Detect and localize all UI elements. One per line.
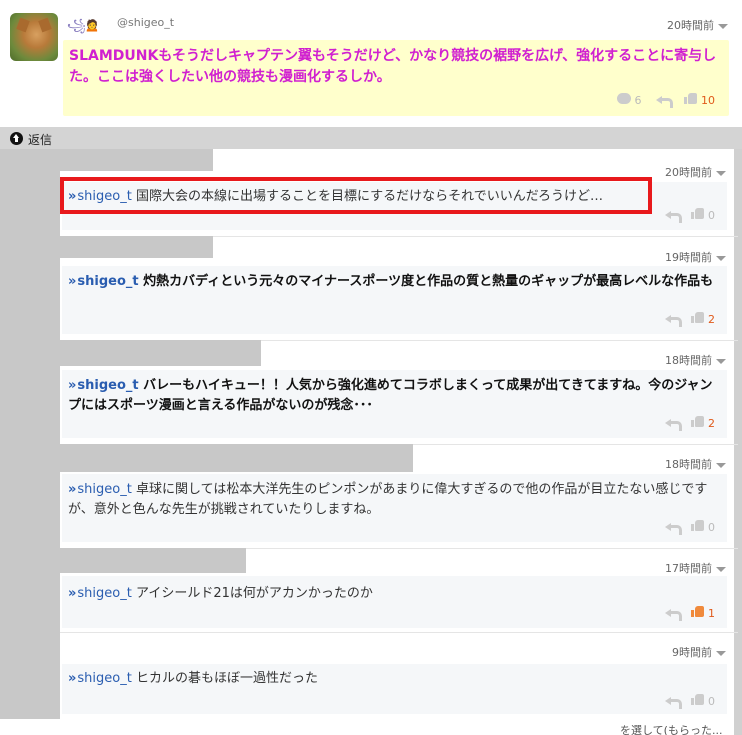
post-bubble: SLAMDUNKもそうだしキャプテン翼もそうだけど、かなり競技の裾野を広げ、強化… [63, 40, 729, 116]
chevron-down-icon[interactable] [716, 358, 726, 364]
mention-link[interactable]: » shigeo_t [68, 671, 132, 686]
mention-link[interactable]: » shigeo_t [68, 586, 132, 601]
reply-arrow-icon[interactable] [664, 522, 682, 535]
reply-arrow-icon[interactable] [664, 210, 682, 223]
reply-item: 18時間前 » shigeo_t バレーもハイキュー！！人気から強化進めてコラボし… [0, 340, 738, 444]
reply-arrow-icon[interactable] [655, 95, 673, 108]
mention-link[interactable]: » shigeo_t [68, 378, 139, 393]
chevron-down-icon[interactable] [716, 650, 726, 656]
comment-icon [617, 92, 631, 104]
like-button[interactable]: 0 [690, 693, 715, 708]
thumbs-up-icon [690, 311, 705, 323]
like-button[interactable]: 2 [690, 311, 715, 326]
reply-item: 19時間前 » shigeo_t 灼熱カバディという元々のマイナースポーツ度と作品… [0, 236, 738, 340]
reply-item: 9時間前 » shigeo_t ヒカルの碁もほぼ一過性だった 0 [0, 632, 738, 719]
main-post: ꧁🙍 @shigeo_t 20時間前 SLAMDUNKもそうだしキャプテン翼もそ… [0, 0, 742, 125]
mention-link[interactable]: » shigeo_t [68, 482, 132, 497]
reply-time[interactable]: 20時間前 [665, 164, 726, 180]
like-button[interactable]: 0 [690, 519, 715, 534]
like-button[interactable]: 1 [690, 605, 715, 620]
highlight-box [60, 177, 652, 214]
reply-arrow-icon[interactable] [664, 608, 682, 621]
mention-link[interactable]: » shigeo_t [68, 274, 139, 289]
like-button[interactable]: 0 [690, 207, 715, 222]
user-handle[interactable]: @shigeo_t [117, 16, 174, 29]
chevron-down-icon[interactable] [716, 566, 726, 572]
reply-arrow-icon[interactable] [664, 696, 682, 709]
arrow-up-circle-icon [10, 132, 23, 145]
reply-bubble: » shigeo_t アイシールド21は何がアカンかったのか 1 [62, 576, 727, 628]
thumbs-up-icon [690, 605, 705, 617]
reply-time[interactable]: 19時間前 [665, 249, 726, 265]
reply-time[interactable]: 17時間前 [665, 560, 726, 576]
post-text: SLAMDUNKもそうだしキャプテン翼もそうだけど、かなり競技の裾野を広げ、強化… [69, 48, 717, 85]
thumbs-up-icon [690, 415, 705, 427]
reply-text: » shigeo_t バレーもハイキュー！！人気から強化進めてコラボしまくって成果… [68, 378, 713, 413]
reply-item: 18時間前 » shigeo_t 卓球に関しては松本大洋先生のピンポンがあまりに偉… [0, 444, 738, 548]
reply-arrow-icon[interactable] [664, 314, 682, 327]
chevron-down-icon[interactable] [718, 23, 728, 29]
chevron-down-icon[interactable] [716, 255, 726, 261]
footer-partial-text: を選して(もらった... [620, 724, 723, 735]
comment-button[interactable]: 6 [617, 92, 642, 107]
reply-bubble: » shigeo_t 卓球に関しては松本大洋先生のピンポンがあまりに偉大すぎるので… [62, 474, 727, 542]
reply-text: » shigeo_t 卓球に関しては松本大洋先生のピンポンがあまりに偉大すぎるので… [68, 482, 708, 517]
reply-time[interactable]: 18時間前 [665, 352, 726, 368]
user-decoration: ꧁🙍 [67, 18, 100, 32]
chevron-down-icon[interactable] [716, 170, 726, 176]
post-time[interactable]: 20時間前 [667, 17, 728, 33]
thumbs-up-icon [690, 207, 705, 219]
reply-arrow-icon[interactable] [664, 418, 682, 431]
user-avatar[interactable] [10, 13, 58, 61]
reply-text: » shigeo_t アイシールド21は何がアカンかったのか [68, 586, 373, 601]
reply-actions: 1 [664, 605, 715, 621]
reply-time[interactable]: 9時間前 [672, 644, 726, 660]
thumbs-up-icon [690, 693, 705, 705]
reply-label: 返信 [28, 133, 53, 147]
reply-bubble: » shigeo_t バレーもハイキュー！！人気から強化進めてコラボしまくって成果… [62, 370, 727, 438]
like-button[interactable]: 10 [683, 92, 715, 107]
reply-bubble: » shigeo_t 灼熱カバディという元々のマイナースポーツ度と作品の質と熱量の… [62, 266, 727, 334]
reply-actions: 0 [664, 519, 715, 535]
reply-section-header[interactable]: 返信 [0, 127, 742, 149]
reply-actions: 0 [664, 207, 715, 223]
reply-text: » shigeo_t ヒカルの碁もほぼ一過性だった [68, 671, 318, 686]
post-actions: 6 10 [617, 92, 715, 108]
reply-item: 17時間前 » shigeo_t アイシールド21は何がアカンかったのか 1 [0, 548, 738, 632]
reply-actions: 0 [664, 693, 715, 709]
reply-actions: 2 [664, 415, 715, 431]
thumbs-up-icon [690, 519, 705, 531]
reply-bubble: » shigeo_t ヒカルの碁もほぼ一過性だった 0 [62, 664, 727, 714]
reply-text: » shigeo_t 灼熱カバディという元々のマイナースポーツ度と作品の質と熱量の… [68, 274, 714, 289]
thumbs-up-icon [683, 92, 698, 104]
chevron-down-icon[interactable] [716, 462, 726, 468]
like-button[interactable]: 2 [690, 415, 715, 430]
reply-time[interactable]: 18時間前 [665, 456, 726, 472]
reply-actions: 2 [664, 311, 715, 327]
